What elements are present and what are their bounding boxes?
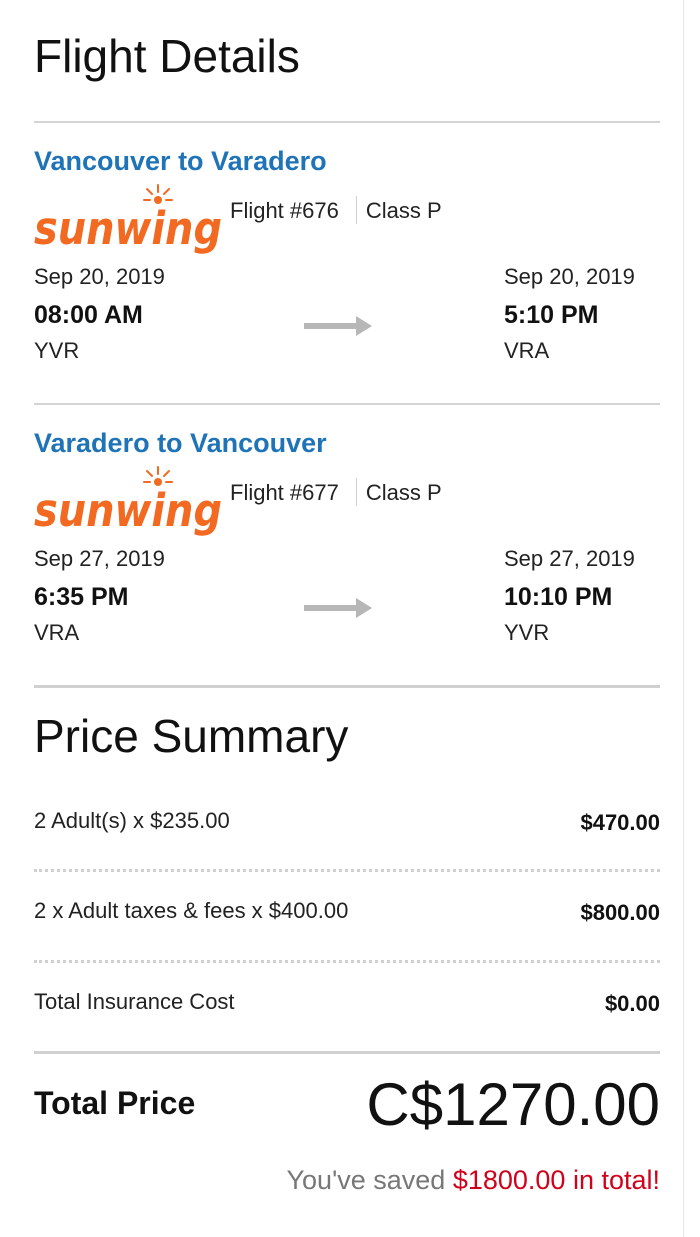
divider bbox=[34, 121, 660, 123]
info-separator bbox=[355, 196, 357, 224]
class-label: Class P bbox=[365, 197, 442, 223]
price-row-adults: 2 Adult(s) x $235.00 $470.00 bbox=[34, 810, 660, 840]
svg-text:sunwing: sunwing bbox=[34, 484, 222, 536]
total-price-label: Total Price bbox=[34, 1085, 196, 1121]
arrival-block: Sep 27, 2019 10:10 PM YVR bbox=[504, 548, 635, 644]
arrival-airport: VRA bbox=[504, 338, 550, 363]
sunwing-logo: sunwing bbox=[34, 184, 222, 254]
price-row-label: 2 Adult(s) x $235.00 bbox=[34, 808, 230, 833]
arrival-date: Sep 20, 2019 bbox=[504, 264, 635, 289]
scrollbar-track[interactable] bbox=[683, 0, 700, 1237]
departure-airport: YVR bbox=[34, 338, 80, 363]
departure-time: 08:00 AM bbox=[34, 301, 143, 329]
arrival-block: Sep 20, 2019 5:10 PM VRA bbox=[504, 266, 635, 362]
dotted-divider bbox=[34, 869, 660, 872]
arrival-time: 10:10 PM bbox=[504, 583, 613, 611]
svg-text:sunwing: sunwing bbox=[34, 202, 222, 254]
departure-block: Sep 20, 2019 08:00 AM YVR bbox=[34, 266, 165, 362]
flight-number: Flight #677 bbox=[230, 479, 339, 505]
price-summary-title: Price Summary bbox=[34, 710, 349, 762]
departure-time: 6:35 PM bbox=[34, 583, 129, 611]
departure-date: Sep 20, 2019 bbox=[34, 264, 165, 289]
route-title: Varadero to Vancouver bbox=[34, 428, 327, 458]
price-row-insurance: Total Insurance Cost $0.00 bbox=[34, 991, 660, 1021]
price-row-label: Total Insurance Cost bbox=[34, 989, 235, 1014]
flight-number: Flight #676 bbox=[230, 197, 339, 223]
arrow-right-icon bbox=[304, 598, 372, 618]
class-label: Class P bbox=[365, 479, 442, 505]
departure-block: Sep 27, 2019 6:35 PM VRA bbox=[34, 548, 165, 644]
route-title: Vancouver to Varadero bbox=[34, 146, 327, 176]
savings-amount: $1800.00 in total! bbox=[452, 1165, 660, 1195]
flight-info: Flight #677 Class P bbox=[230, 478, 442, 508]
departure-date: Sep 27, 2019 bbox=[34, 546, 165, 571]
price-row-amount: $0.00 bbox=[604, 991, 660, 1016]
arrival-time: 5:10 PM bbox=[504, 301, 599, 329]
dotted-divider bbox=[34, 960, 660, 963]
divider bbox=[34, 403, 660, 405]
departure-airport: VRA bbox=[34, 620, 80, 645]
arrival-airport: YVR bbox=[504, 620, 550, 645]
flight-details-title: Flight Details bbox=[34, 30, 300, 82]
section-divider bbox=[34, 685, 660, 688]
price-row-amount: $800.00 bbox=[580, 900, 660, 925]
flight-leg-outbound: Vancouver to Varadero sunwing Flight #67… bbox=[34, 148, 660, 408]
flight-info: Flight #676 Class P bbox=[230, 196, 442, 226]
arrival-date: Sep 27, 2019 bbox=[504, 546, 635, 571]
sunwing-logo: sunwing bbox=[34, 466, 222, 536]
flight-leg-return: Varadero to Vancouver sunwing Flight #67… bbox=[34, 430, 660, 690]
price-row-taxes: 2 x Adult taxes & fees x $400.00 $800.00 bbox=[34, 900, 660, 930]
savings-message: You've saved $1800.00 in total! bbox=[287, 1167, 660, 1194]
price-row-label: 2 x Adult taxes & fees x $400.00 bbox=[34, 898, 349, 923]
info-separator bbox=[355, 478, 357, 506]
price-row-amount: $470.00 bbox=[580, 810, 660, 835]
savings-prefix: You've saved bbox=[286, 1165, 446, 1195]
section-divider bbox=[34, 1051, 660, 1054]
arrow-right-icon bbox=[304, 316, 372, 336]
total-price-amount: C$1270.00 bbox=[366, 1071, 660, 1138]
